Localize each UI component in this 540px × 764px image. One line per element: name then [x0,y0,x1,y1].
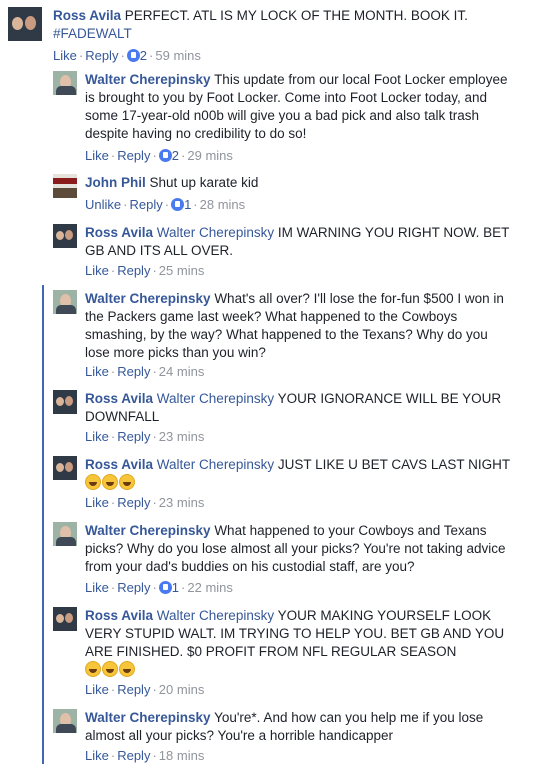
mention-link[interactable]: Walter Cherepinsky [157,391,274,406]
comment-author[interactable]: Ross Avila [85,391,153,406]
laughing-face-emoji-icon [119,661,135,677]
comment-author[interactable]: Walter Cherepinsky [85,291,211,306]
mention-link[interactable]: Walter Cherepinsky [157,608,274,623]
comment-author[interactable]: Walter Cherepinsky [85,710,211,725]
reply-button[interactable]: Reply [117,429,150,444]
like-count[interactable]: 2 [172,148,179,163]
comment-author[interactable]: Ross Avila [85,225,153,240]
like-count-icon [158,149,172,162]
comment-timestamp[interactable]: 28 mins [200,197,246,212]
comment-author[interactable]: John Phil [85,175,146,190]
laughing-face-emoji-icon [119,474,135,490]
thread-indicator-line [42,285,44,764]
avatar-john-phil[interactable] [53,174,77,198]
reply-button[interactable]: Reply [85,48,118,63]
comment-timestamp[interactable]: 18 mins [159,748,205,763]
reply-button[interactable]: Reply [117,364,150,379]
like-count[interactable]: 2 [140,48,147,63]
like-button[interactable]: Like [85,580,109,595]
comment-timestamp[interactable]: 23 mins [159,429,205,444]
like-button[interactable]: Like [85,263,109,278]
comment-author[interactable]: Walter Cherepinsky [85,523,211,538]
comment-timestamp[interactable]: 29 mins [187,148,233,163]
comment-author[interactable]: Ross Avila [53,8,121,23]
avatar-walter-cherepinsky[interactable] [53,290,77,314]
comment-timestamp[interactable]: 20 mins [159,682,205,697]
like-count-icon [171,198,185,211]
avatar-ross-avila[interactable] [53,224,77,248]
laughing-face-emoji-icon [102,474,118,490]
mention-link[interactable]: Walter Cherepinsky [157,225,274,240]
like-count-icon [158,581,172,594]
laughing-face-emoji-icon [102,661,118,677]
laughing-face-emoji-icon [85,661,101,677]
avatar-walter-cherepinsky[interactable] [53,71,77,95]
comment-text: JUST LIKE U BET CAVS LAST NIGHT [277,457,510,472]
reply-button[interactable]: Reply [129,197,162,212]
comment-timestamp[interactable]: 23 mins [159,495,205,510]
hashtag-link[interactable]: #FADEWALT [53,26,132,41]
avatar-ross-avila[interactable] [53,607,77,631]
avatar-ross-avila[interactable] [53,390,77,414]
avatar-ross-avila[interactable] [8,7,42,41]
avatar-ross-avila[interactable] [53,456,77,480]
comment-timestamp[interactable]: 22 mins [187,580,233,595]
comment-author[interactable]: Walter Cherepinsky [85,72,211,87]
comment-timestamp[interactable]: 24 mins [159,364,205,379]
reply-button[interactable]: Reply [117,580,150,595]
comment-text: Shut up karate kid [149,175,259,190]
mention-link[interactable]: Walter Cherepinsky [157,457,274,472]
like-button[interactable]: Like [85,682,109,697]
reply-button[interactable]: Reply [117,148,150,163]
comment-timestamp[interactable]: 59 mins [155,48,201,63]
avatar-walter-cherepinsky[interactable] [53,709,77,733]
like-button[interactable]: Like [85,495,109,510]
comment-author[interactable]: Ross Avila [85,608,153,623]
laughing-face-emoji-icon [85,474,101,490]
like-button[interactable]: Like [85,148,109,163]
like-button[interactable]: Like [85,429,109,444]
reply-button[interactable]: Reply [117,682,150,697]
comment-author[interactable]: Ross Avila [85,457,153,472]
reply-button[interactable]: Reply [117,263,150,278]
unlike-button[interactable]: Unlike [85,197,121,212]
comment-timestamp[interactable]: 25 mins [159,263,205,278]
like-button[interactable]: Like [85,748,109,763]
reply-button[interactable]: Reply [117,495,150,510]
like-count[interactable]: 1 [172,580,179,595]
like-count-icon [126,49,140,62]
like-button[interactable]: Like [85,364,109,379]
avatar-walter-cherepinsky[interactable] [53,522,77,546]
like-button[interactable]: Like [53,48,77,63]
reply-button[interactable]: Reply [117,748,150,763]
comment-text: PERFECT. ATL IS MY LOCK OF THE MONTH. BO… [124,8,468,23]
